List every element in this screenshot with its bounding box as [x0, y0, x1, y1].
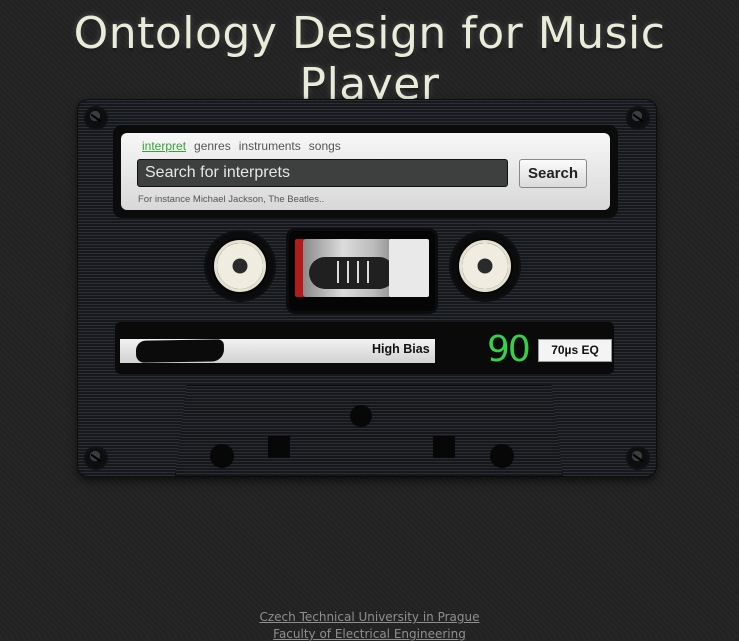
tape-length-label: 90 [487, 329, 531, 370]
tab-instruments[interactable]: instruments [239, 139, 301, 153]
screw-icon [628, 108, 648, 128]
guide-hole [268, 436, 290, 458]
screw-icon [86, 108, 106, 128]
guide-hole [210, 444, 234, 468]
footer-faculty: Faculty of Electrical Engineering [0, 627, 739, 641]
screw-icon [86, 448, 106, 468]
right-reel-icon [452, 233, 518, 299]
search-button[interactable]: Search [519, 159, 587, 188]
tab-songs[interactable]: songs [309, 139, 341, 153]
page-title: Ontology Design for Music Player [73, 8, 666, 110]
tab-interpret[interactable]: interpret [142, 139, 186, 153]
search-input[interactable] [137, 159, 508, 187]
faculty-link[interactable]: Faculty of Electrical Engineering [273, 627, 466, 641]
eq-label: 70µs EQ [538, 339, 612, 362]
tape-window [289, 231, 435, 311]
left-reel-icon [207, 233, 273, 299]
guide-hole [433, 436, 455, 458]
marker-scribble [135, 339, 225, 363]
screw-icon [628, 448, 648, 468]
university-link[interactable]: Czech Technical University in Prague [259, 610, 479, 624]
tab-genres[interactable]: genres [194, 139, 231, 153]
search-category-tabs: interpret genres instruments songs [142, 139, 341, 153]
bias-label: High Bias [372, 342, 430, 356]
guide-hole [350, 405, 372, 427]
guide-hole [490, 444, 514, 468]
footer-university: Czech Technical University in Prague [0, 610, 739, 624]
search-hint: For instance Michael Jackson, The Beatle… [138, 194, 325, 205]
